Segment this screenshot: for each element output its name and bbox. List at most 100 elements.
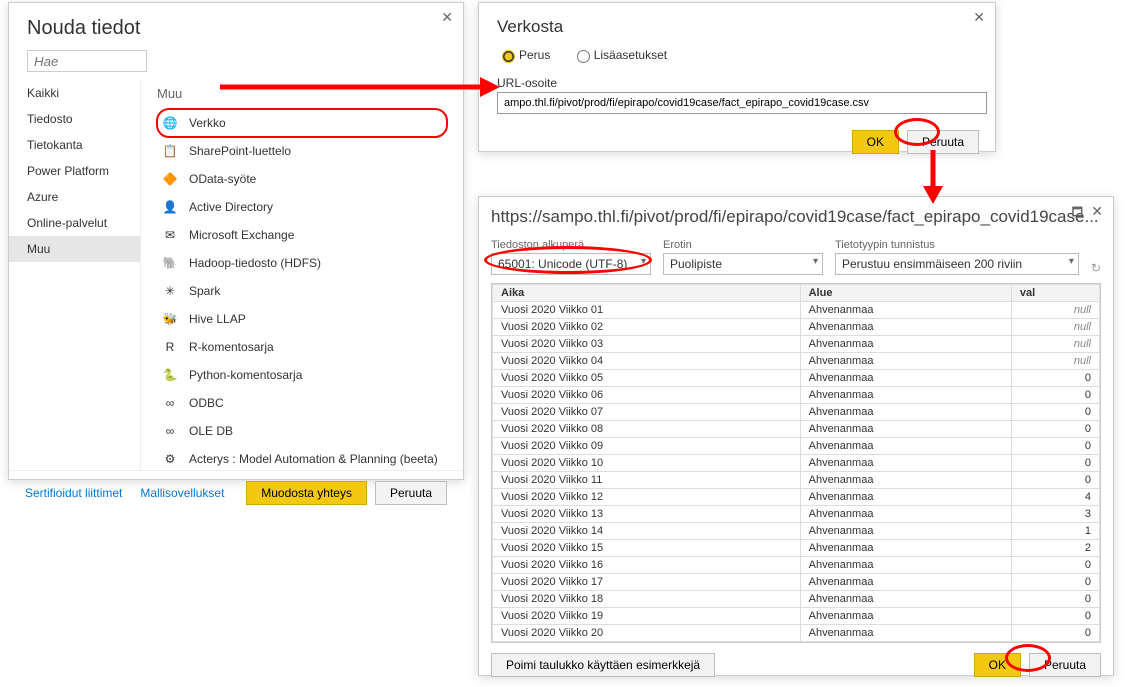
dialog-title: Verkosta	[497, 17, 995, 37]
cancel-button[interactable]: Peruuta	[1029, 653, 1101, 677]
category-item[interactable]: Tietokanta	[9, 132, 140, 158]
connector-label: Acterys : Model Automation & Planning (b…	[189, 452, 438, 466]
column-header[interactable]: val	[1011, 285, 1099, 302]
table-cell: 0	[1011, 421, 1099, 438]
category-item[interactable]: Kaikki	[9, 80, 140, 106]
close-icon[interactable]: ✕	[973, 9, 985, 26]
table-cell: null	[1011, 319, 1099, 336]
table-cell: 4	[1011, 489, 1099, 506]
close-icon[interactable]: ✕	[441, 9, 453, 26]
connector-item[interactable]: 🐘 Hadoop-tiedosto (HDFS)	[157, 249, 447, 277]
table-row: Vuosi 2020 Viikko 08Ahvenanmaa0	[493, 421, 1100, 438]
connector-label: SharePoint-luettelo	[189, 144, 291, 158]
table-cell: 0	[1011, 438, 1099, 455]
table-cell: 0	[1011, 387, 1099, 404]
connector-label: Hadoop-tiedosto (HDFS)	[189, 256, 321, 270]
table-cell: 0	[1011, 625, 1099, 642]
table-row: Vuosi 2020 Viikko 01Ahvenanmaanull	[493, 302, 1100, 319]
connector-icon: ✳	[161, 282, 179, 300]
cancel-button[interactable]: Peruuta	[907, 130, 979, 154]
table-row: Vuosi 2020 Viikko 09Ahvenanmaa0	[493, 438, 1100, 455]
category-item[interactable]: Azure	[9, 184, 140, 210]
table-cell: Vuosi 2020 Viikko 02	[493, 319, 801, 336]
table-cell: Ahvenanmaa	[800, 574, 1011, 591]
table-cell: 3	[1011, 506, 1099, 523]
category-item[interactable]: Power Platform	[9, 158, 140, 184]
preview-title: https://sampo.thl.fi/pivot/prod/fi/epira…	[491, 207, 1113, 227]
file-origin-dropdown[interactable]: 65001: Unicode (UTF-8)	[491, 253, 651, 275]
connector-item[interactable]: ∞OLE DB	[157, 417, 447, 445]
radio-advanced[interactable]: Lisäasetukset	[572, 47, 667, 63]
table-cell: Vuosi 2020 Viikko 10	[493, 455, 801, 472]
csv-preview-dialog: 🗖 ✕ https://sampo.thl.fi/pivot/prod/fi/e…	[478, 196, 1114, 676]
connector-label: Hive LLAP	[189, 312, 246, 326]
connector-item[interactable]: ✉Microsoft Exchange	[157, 221, 447, 249]
search-input[interactable]	[27, 50, 147, 72]
column-header[interactable]: Alue	[800, 285, 1011, 302]
from-web-dialog: ✕ Verkosta Perus Lisäasetukset URL-osoit…	[478, 2, 996, 152]
connector-label: R-komentosarja	[189, 340, 274, 354]
delimiter-dropdown[interactable]: Puolipiste	[663, 253, 823, 275]
maximize-icon[interactable]: 🗖	[1072, 203, 1083, 224]
table-cell: Vuosi 2020 Viikko 12	[493, 489, 801, 506]
connector-item[interactable]: ⚙Acterys : Model Automation & Planning (…	[157, 445, 447, 470]
category-item[interactable]: Online-palvelut	[9, 210, 140, 236]
connector-item[interactable]: 🐍Python-komentosarja	[157, 361, 447, 389]
table-cell: Ahvenanmaa	[800, 608, 1011, 625]
table-row: Vuosi 2020 Viikko 19Ahvenanmaa0	[493, 608, 1100, 625]
table-cell: 0	[1011, 370, 1099, 387]
connector-item[interactable]: ✳Spark	[157, 277, 447, 305]
table-cell: 0	[1011, 455, 1099, 472]
template-apps-link[interactable]: Mallisovellukset	[140, 486, 224, 500]
table-cell: Vuosi 2020 Viikko 15	[493, 540, 801, 557]
table-row: Vuosi 2020 Viikko 20Ahvenanmaa0	[493, 625, 1100, 642]
connector-item[interactable]: 📋SharePoint-luettelo	[157, 137, 447, 165]
connector-label: Python-komentosarja	[189, 368, 302, 382]
table-cell: Ahvenanmaa	[800, 506, 1011, 523]
table-cell: Vuosi 2020 Viikko 13	[493, 506, 801, 523]
ok-button[interactable]: OK	[974, 653, 1021, 677]
table-cell: Ahvenanmaa	[800, 387, 1011, 404]
connector-icon: 🔶	[161, 170, 179, 188]
table-cell: Vuosi 2020 Viikko 18	[493, 591, 801, 608]
table-cell: 2	[1011, 540, 1099, 557]
radio-basic[interactable]: Perus	[497, 47, 550, 63]
refresh-icon[interactable]: ↻	[1091, 261, 1101, 275]
table-cell: Vuosi 2020 Viikko 07	[493, 404, 801, 421]
connect-button[interactable]: Muodosta yhteys	[246, 481, 367, 505]
column-header[interactable]: Aika	[493, 285, 801, 302]
file-origin-label: Tiedoston alkuperä	[491, 239, 651, 251]
table-row: Vuosi 2020 Viikko 15Ahvenanmaa2	[493, 540, 1100, 557]
certified-connectors-link[interactable]: Sertifioidut liittimet	[25, 486, 122, 500]
ok-button[interactable]: OK	[852, 130, 899, 154]
cancel-button[interactable]: Peruuta	[375, 481, 447, 505]
connector-item[interactable]: 🔶 OData-syöte	[157, 165, 447, 193]
table-row: Vuosi 2020 Viikko 18Ahvenanmaa0	[493, 591, 1100, 608]
table-row: Vuosi 2020 Viikko 14Ahvenanmaa1	[493, 523, 1100, 540]
connector-icon: 🐘	[161, 254, 179, 272]
connector-item[interactable]: 🌐Verkko	[157, 109, 447, 137]
connector-item[interactable]: 👤Active Directory	[157, 193, 447, 221]
connector-icon: ∞	[161, 422, 179, 440]
connector-item[interactable]: RR-komentosarja	[157, 333, 447, 361]
connector-item[interactable]: 🐝Hive LLAP	[157, 305, 447, 333]
get-data-dialog: ✕ Nouda tiedot KaikkiTiedostoTietokantaP…	[8, 2, 464, 480]
connector-icon: 🌐	[161, 114, 179, 132]
table-cell: Ahvenanmaa	[800, 438, 1011, 455]
table-row: Vuosi 2020 Viikko 02Ahvenanmaanull	[493, 319, 1100, 336]
preview-table-wrap[interactable]: AikaAlueval Vuosi 2020 Viikko 01Ahvenanm…	[491, 283, 1101, 643]
connector-label: OData-syöte	[189, 172, 256, 186]
mode-radio-group: Perus Lisäasetukset	[497, 47, 995, 66]
connector-item[interactable]: ∞ODBC	[157, 389, 447, 417]
table-cell: Vuosi 2020 Viikko 06	[493, 387, 801, 404]
category-item[interactable]: Tiedosto	[9, 106, 140, 132]
url-input[interactable]	[497, 92, 987, 114]
category-item[interactable]: Muu	[9, 236, 140, 262]
datatype-detect-dropdown[interactable]: Perustuu ensimmäiseen 200 riviin	[835, 253, 1079, 275]
close-icon[interactable]: ✕	[1091, 203, 1103, 220]
table-row: Vuosi 2020 Viikko 11Ahvenanmaa0	[493, 472, 1100, 489]
dialog-title: Nouda tiedot	[27, 17, 463, 40]
connector-area: Muu 🌐Verkko📋SharePoint-luettelo🔶OData-sy…	[141, 80, 463, 470]
table-row: Vuosi 2020 Viikko 17Ahvenanmaa0	[493, 574, 1100, 591]
extract-using-examples-button[interactable]: Poimi taulukko käyttäen esimerkkejä	[491, 653, 715, 677]
